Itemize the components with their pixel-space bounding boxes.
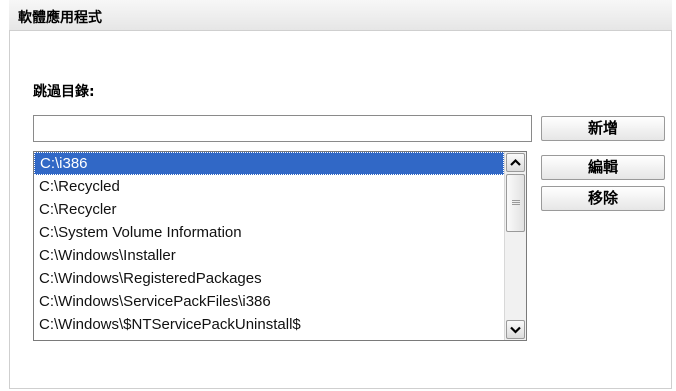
skip-dirs-listbox[interactable]: C:\i386 C:\Recycled C:\Recycler C:\Syste…: [33, 151, 527, 341]
edit-button[interactable]: 編輯: [541, 155, 665, 180]
skip-dirs-label: 跳過目錄:: [33, 84, 95, 100]
scroll-up-button[interactable]: [506, 153, 525, 172]
remove-button[interactable]: 移除: [541, 186, 665, 211]
vertical-scrollbar[interactable]: [504, 152, 526, 340]
list-item[interactable]: C:\Recycled: [34, 175, 504, 198]
panel-header: 軟體應用程式: [9, 0, 672, 31]
list-item[interactable]: C:\Windows\RegisteredPackages: [34, 267, 504, 290]
list-item[interactable]: C:\System Volume Information: [34, 221, 504, 244]
scroll-down-button[interactable]: [506, 320, 525, 339]
list-item[interactable]: C:\Recycler: [34, 198, 504, 221]
grip-icon: [512, 200, 520, 201]
chevron-down-icon: [510, 326, 521, 334]
scrollbar-thumb[interactable]: [506, 174, 525, 232]
add-button[interactable]: 新增: [541, 116, 665, 141]
skip-dirs-list: C:\i386 C:\Recycled C:\Recycler C:\Syste…: [34, 152, 504, 336]
list-item[interactable]: C:\Windows\ServicePackFiles\i386: [34, 290, 504, 313]
skip-dir-input[interactable]: [33, 115, 532, 142]
chevron-up-icon: [510, 158, 521, 166]
panel-title: 軟體應用程式: [18, 10, 102, 26]
list-item[interactable]: C:\i386: [34, 152, 504, 175]
list-item[interactable]: C:\Windows\$NTServicePackUninstall$: [34, 313, 504, 336]
list-item[interactable]: C:\Windows\Installer: [34, 244, 504, 267]
